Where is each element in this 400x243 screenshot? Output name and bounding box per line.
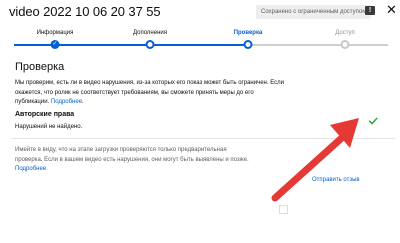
saved-status-badge: Сохранено с ограниченным доступом <box>256 5 372 19</box>
watermark-icon <box>279 205 288 214</box>
step-visibility-label[interactable]: Доступ <box>335 30 355 36</box>
step-info-dot[interactable]: ✓ <box>50 40 60 49</box>
step-extras-label[interactable]: Дополнения <box>133 30 167 36</box>
video-title: video 2022 10 06 20 37 55 <box>9 4 161 19</box>
copyright-check-row: Авторские права Нарушений не найдено. <box>11 110 395 139</box>
dialog-header: video 2022 10 06 20 37 55 Сохранено с ог… <box>0 0 400 24</box>
checks-description: Мы проверим, есть ли в видео нарушения, … <box>15 80 284 105</box>
step-visibility-dot[interactable] <box>340 40 350 49</box>
stepper-remaining-line <box>248 44 388 46</box>
check-icon <box>368 117 378 125</box>
copyright-title: Авторские права <box>15 111 75 118</box>
note-learn-more-link[interactable]: Подробнее <box>15 166 46 172</box>
learn-more-link[interactable]: Подробнее <box>51 99 82 105</box>
feedback-icon[interactable]: ! <box>365 6 375 15</box>
checks-note-text: Имейте в виду, что на этапе загрузки про… <box>15 147 249 163</box>
page-title: Проверка <box>15 61 65 73</box>
upload-stepper: Информация Дополнения Проверка Доступ ✓ <box>0 26 400 60</box>
copyright-status: Нарушений не найдено. <box>15 124 83 130</box>
send-feedback-link[interactable]: Отправить отзыв <box>312 177 360 183</box>
step-extras-dot[interactable] <box>145 40 155 49</box>
checks-note: Имейте в виду, что на этапе загрузки про… <box>15 147 249 172</box>
step-info-label[interactable]: Информация <box>37 30 74 36</box>
step-checks-label[interactable]: Проверка <box>234 30 263 36</box>
close-icon[interactable]: ✕ <box>386 3 397 17</box>
stepper-progress-line <box>14 44 248 46</box>
step-checks-dot[interactable] <box>243 40 253 49</box>
